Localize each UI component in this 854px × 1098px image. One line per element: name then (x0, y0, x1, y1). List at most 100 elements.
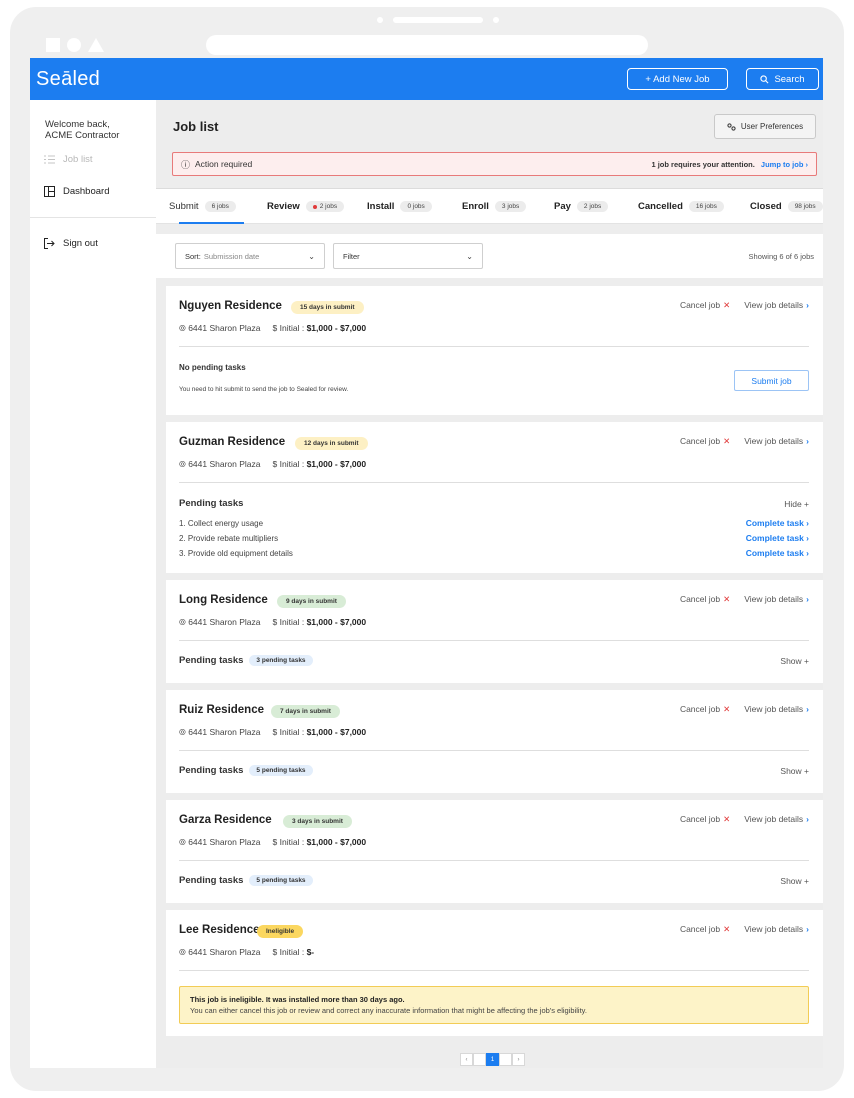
chevron-down-icon: ⌄ (466, 251, 473, 261)
sidebar-divider (30, 217, 156, 218)
close-icon: ✕ (723, 924, 731, 934)
submit-instructions: You need to hit submit to send the job t… (179, 386, 349, 393)
search-button[interactable]: Search (746, 68, 819, 90)
sidebar-item-job-list[interactable]: Job list (44, 154, 93, 165)
browser-controls (46, 38, 104, 52)
list-controls: Sort: Submission date ⌄ Filter ⌄ Showing … (156, 234, 823, 278)
job-name[interactable]: Nguyen Residence (179, 300, 282, 312)
job-address: ⦾ 6441 Sharon Plaza (179, 837, 261, 847)
tab-install[interactable]: Install 0 jobs (367, 189, 432, 224)
tab-count-badge: 98 jobs (787, 201, 823, 212)
job-name[interactable]: Garza Residence (179, 814, 272, 826)
show-tasks-toggle[interactable]: Show + (780, 656, 809, 666)
job-card: Lee Residence Ineligible Cancel job ✕ Vie… (166, 910, 823, 1036)
task-item: 1. Collect energy usage (179, 519, 264, 528)
location-pin-icon: ⦾ (179, 947, 186, 957)
tab-cancelled[interactable]: Cancelled 16 jobs (638, 189, 724, 224)
view-job-details-link[interactable]: View job details › (744, 814, 809, 825)
job-initial-estimate: $ Initial : $1,000 - $7,000 (272, 727, 367, 737)
submit-job-button[interactable]: Submit job (734, 370, 809, 391)
sidebar: Welcome back, ACME Contractor Job list D… (30, 100, 156, 1068)
money-icon: $ (272, 947, 278, 957)
tab-pay[interactable]: Pay 2 jobs (554, 189, 609, 224)
sidebar-item-sign-out[interactable]: Sign out (44, 238, 98, 249)
brand-logo[interactable]: Seāled (36, 68, 100, 91)
hide-tasks-toggle[interactable]: Hide + (784, 499, 809, 509)
dashboard-icon (44, 186, 55, 197)
job-name[interactable]: Long Residence (179, 594, 268, 606)
list-icon (44, 155, 55, 164)
cancel-job-link[interactable]: Cancel job ✕ (680, 436, 730, 447)
sign-out-icon (44, 238, 55, 249)
status-badge: 9 days in submit (277, 595, 346, 608)
page-button[interactable] (473, 1053, 486, 1066)
job-address: ⦾ 6441 Sharon Plaza (179, 727, 261, 737)
user-preferences-button[interactable]: User Preferences (714, 114, 816, 139)
chevron-right-icon: › (806, 704, 809, 714)
search-icon (760, 74, 769, 83)
chevron-right-icon: › (806, 300, 809, 310)
divider (179, 860, 809, 861)
sidebar-item-dashboard[interactable]: Dashboard (44, 186, 109, 197)
job-card: Ruiz Residence 7 days in submit Cancel j… (166, 690, 823, 793)
circle-icon (67, 38, 81, 52)
add-new-job-button[interactable]: + Add New Job (627, 68, 728, 90)
tab-submit[interactable]: Submit 6 jobs (169, 189, 244, 224)
view-job-details-link[interactable]: View job details › (744, 300, 809, 311)
main-content: Job list User Preferences ⓘ Action requi… (156, 100, 823, 1068)
tab-closed[interactable]: Closed 98 jobs (750, 189, 823, 224)
job-name[interactable]: Ruiz Residence (179, 704, 264, 716)
job-address: ⦾ 6441 Sharon Plaza (179, 323, 261, 333)
next-page-button[interactable]: › (512, 1053, 525, 1066)
location-pin-icon: ⦾ (179, 617, 186, 627)
job-initial-estimate: $ Initial : $- (272, 947, 315, 957)
filter-select[interactable]: Filter ⌄ (333, 243, 483, 269)
complete-task-link[interactable]: Complete task › (746, 533, 809, 543)
previous-page-button[interactable]: ‹ (460, 1053, 473, 1066)
tab-count-badge: 3 jobs (494, 201, 527, 212)
view-job-details-link[interactable]: View job details › (744, 594, 809, 605)
chevron-down-icon: ⌄ (308, 251, 315, 261)
status-badge: 3 days in submit (283, 815, 352, 828)
job-address: ⦾ 6441 Sharon Plaza (179, 617, 261, 627)
tab-review[interactable]: Review 2 jobs (267, 189, 345, 224)
job-initial-estimate: $ Initial : $1,000 - $7,000 (272, 459, 367, 469)
cancel-job-link[interactable]: Cancel job ✕ (680, 814, 730, 825)
info-circle-icon: ⓘ (181, 159, 191, 170)
tab-count-badge: 2 jobs (576, 201, 609, 212)
top-navbar: Seāled + Add New Job Search (30, 58, 823, 100)
pending-count-badge: 5 pending tasks (249, 875, 313, 886)
cancel-job-link[interactable]: Cancel job ✕ (680, 704, 730, 715)
pending-tasks-title: Pending tasks (179, 498, 244, 509)
job-card: Garza Residence 3 days in submit Cancel … (166, 800, 823, 903)
money-icon: $ (272, 727, 278, 737)
view-job-details-link[interactable]: View job details › (744, 924, 809, 935)
money-icon: $ (272, 459, 278, 469)
pending-count-badge: 3 pending tasks (249, 655, 313, 666)
view-job-details-link[interactable]: View job details › (744, 436, 809, 447)
welcome-message: Welcome back, ACME Contractor (45, 119, 120, 141)
job-meta: ⦾ 6441 Sharon Plaza $ Initial : $- (179, 947, 314, 958)
cancel-job-link[interactable]: Cancel job ✕ (680, 924, 730, 935)
page-button-current[interactable]: 1 (486, 1053, 499, 1066)
complete-task-link[interactable]: Complete task › (746, 548, 809, 558)
status-badge: 12 days in submit (295, 437, 368, 450)
address-bar[interactable] (206, 35, 648, 55)
status-badge: Ineligible (257, 925, 304, 938)
show-tasks-toggle[interactable]: Show + (780, 876, 809, 886)
tab-enroll[interactable]: Enroll 3 jobs (462, 189, 527, 224)
jump-to-job-link[interactable]: Jump to job › (761, 160, 808, 169)
job-name[interactable]: Guzman Residence (179, 436, 285, 448)
cancel-job-link[interactable]: Cancel job ✕ (680, 300, 730, 311)
view-job-details-link[interactable]: View job details › (744, 704, 809, 715)
page-button[interactable] (499, 1053, 512, 1066)
divider (179, 346, 809, 347)
divider (179, 482, 809, 483)
chevron-right-icon: › (806, 924, 809, 934)
show-tasks-toggle[interactable]: Show + (780, 766, 809, 776)
cancel-job-link[interactable]: Cancel job ✕ (680, 594, 730, 605)
sort-select[interactable]: Sort: Submission date ⌄ (175, 243, 325, 269)
location-pin-icon: ⦾ (179, 727, 186, 737)
complete-task-link[interactable]: Complete task › (746, 518, 809, 528)
job-name[interactable]: Lee Residence (179, 924, 260, 936)
